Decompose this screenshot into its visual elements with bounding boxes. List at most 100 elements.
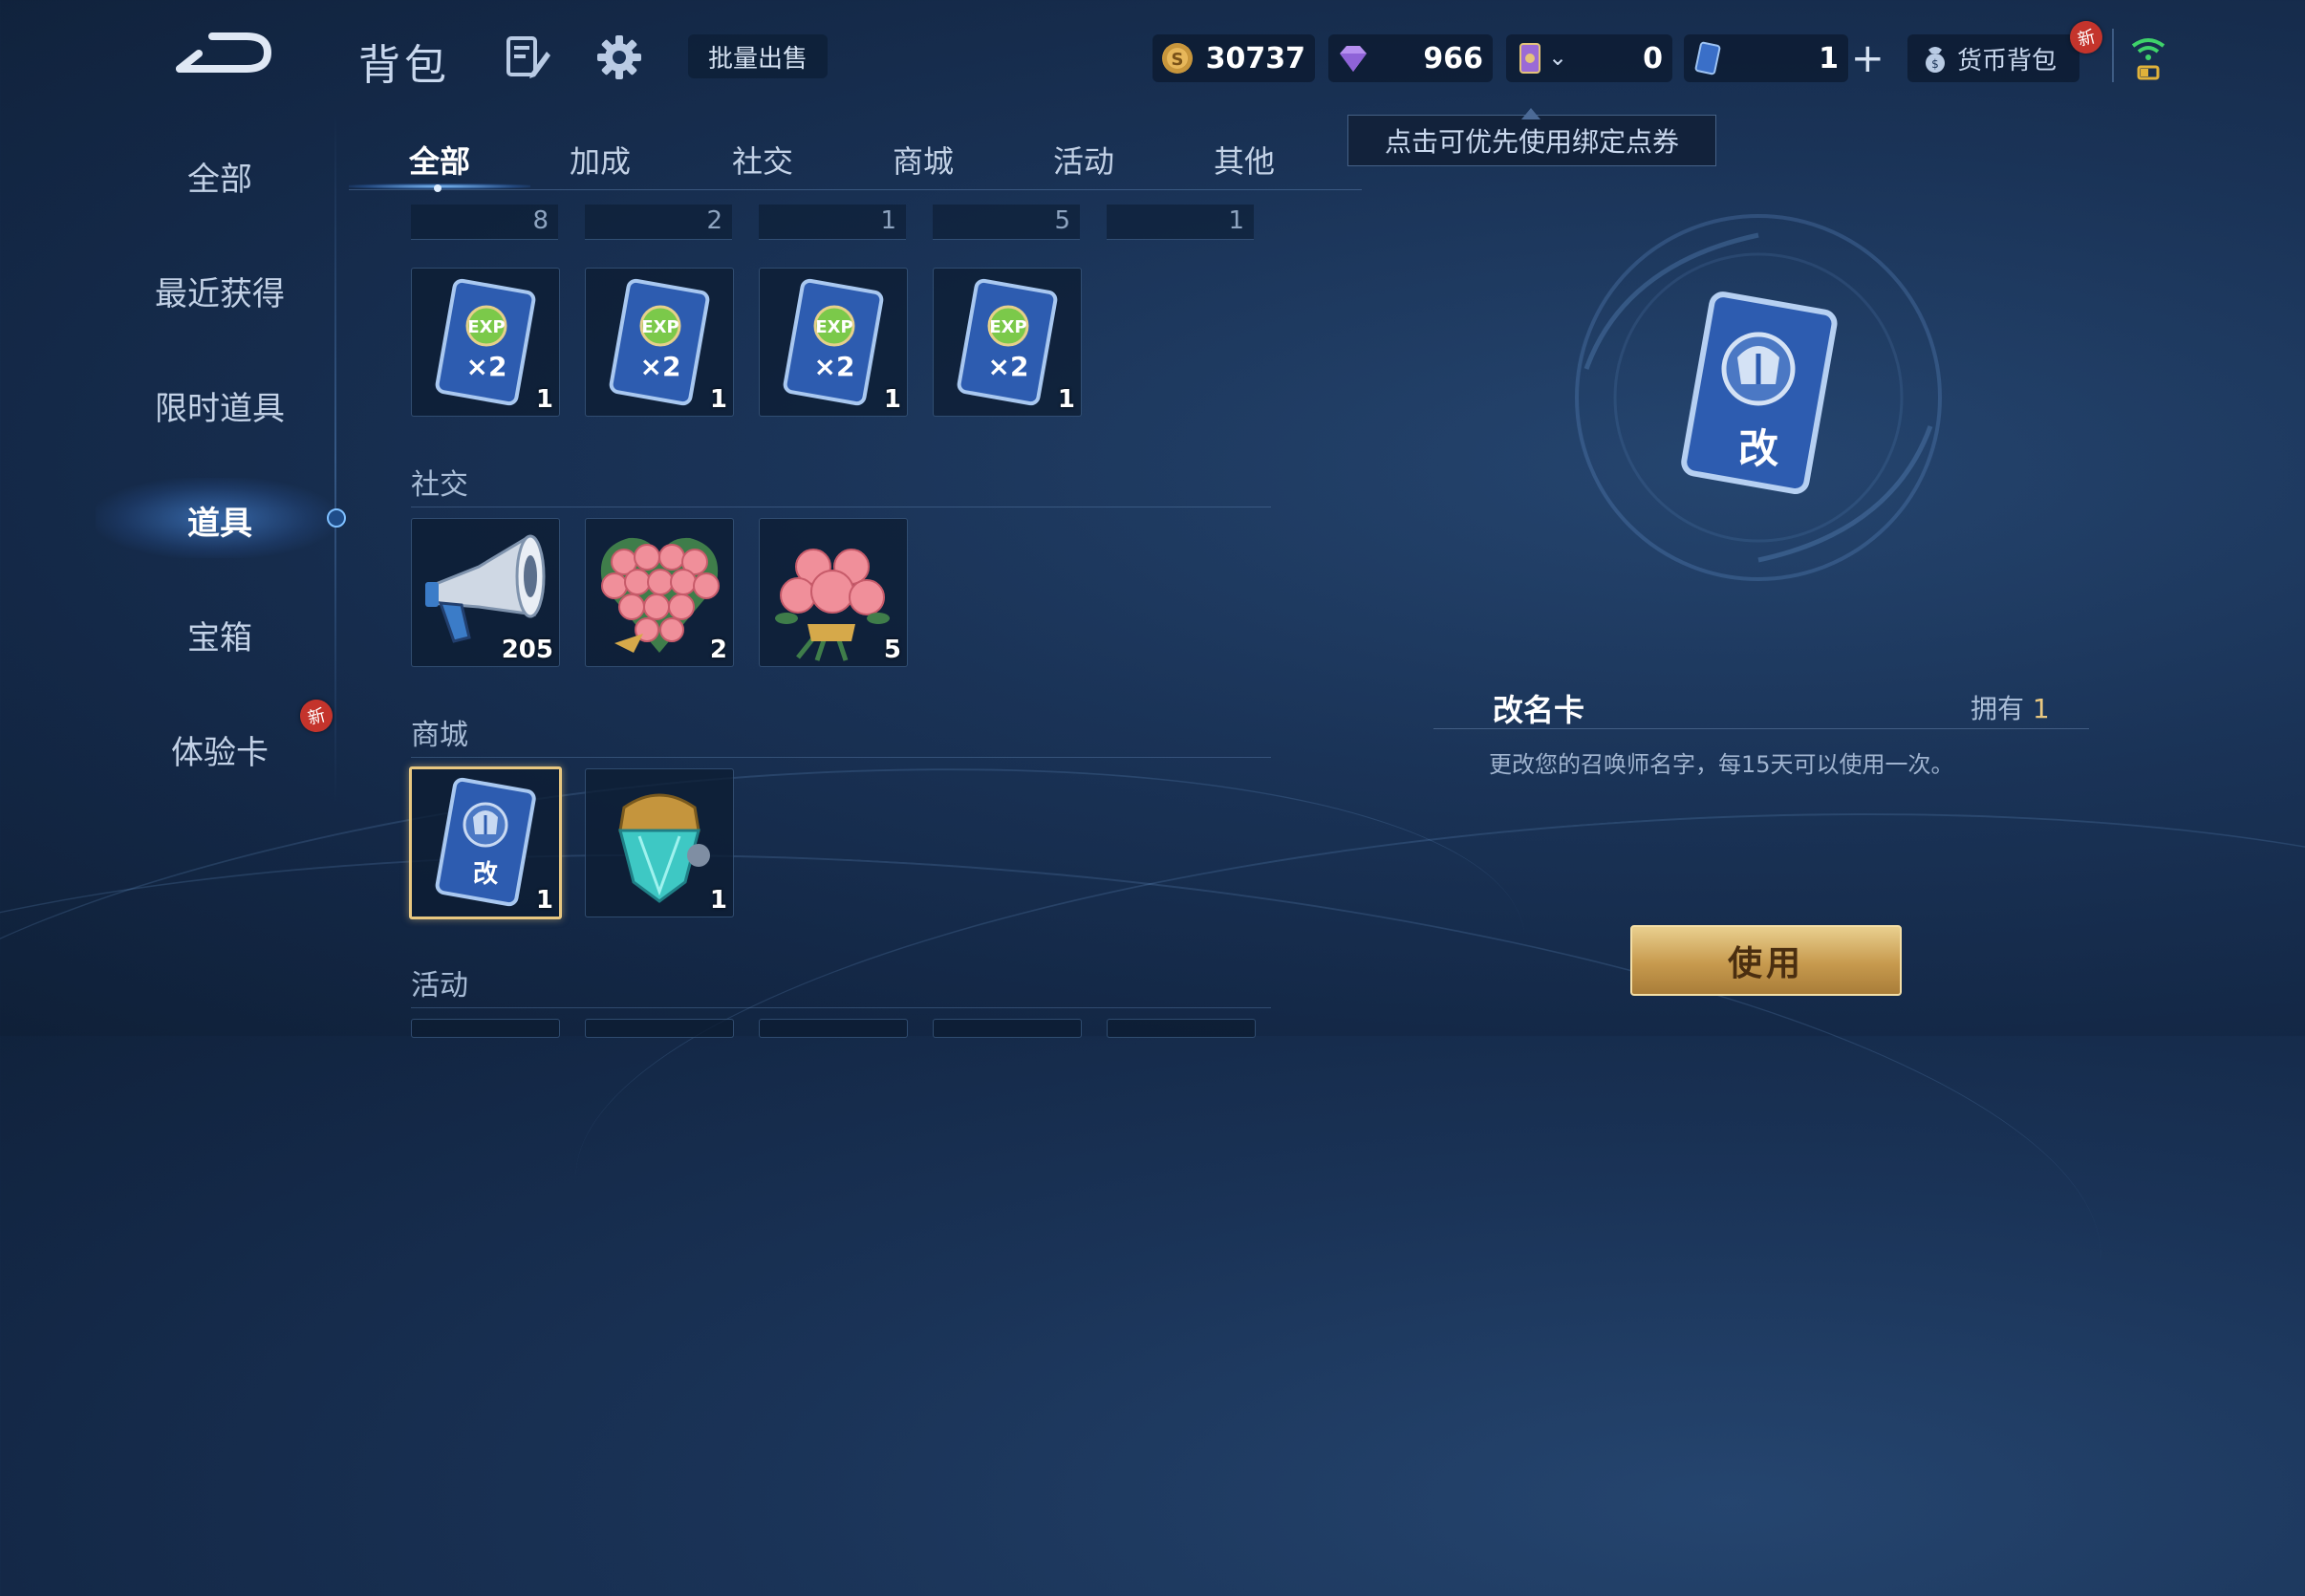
- item-count: 1: [535, 886, 553, 915]
- item-count: 1: [1057, 385, 1075, 414]
- gear-icon: [597, 35, 641, 79]
- item-count: 1: [709, 886, 727, 915]
- item-count: 1: [883, 385, 901, 414]
- bound-voucher-value: 0: [1643, 41, 1663, 75]
- grid-item-exp-card[interactable]: EXP ×2 1: [411, 268, 560, 417]
- currency-bag-button[interactable]: $ 货币背包: [1907, 34, 2079, 82]
- tab-social[interactable]: 社交: [732, 138, 793, 182]
- item-count: 1: [709, 385, 727, 414]
- svg-text:EXP: EXP: [815, 317, 852, 337]
- grid-item-partial[interactable]: 2: [585, 205, 732, 240]
- owned-label: 拥有: [1971, 693, 2025, 724]
- batch-sell-button[interactable]: 批量出售: [688, 34, 828, 78]
- wifi-icon: [2131, 38, 2165, 80]
- item-count: 2: [709, 636, 727, 664]
- add-voucher-button[interactable]: +: [1851, 38, 1885, 78]
- grid-item-megaphone[interactable]: 205: [411, 518, 560, 667]
- edit-list-icon: [506, 36, 550, 78]
- grid-item-exp-card[interactable]: EXP ×2 1: [933, 268, 1082, 417]
- section-label-social: 社交: [411, 468, 468, 502]
- section-label-activity: 活动: [411, 969, 468, 1003]
- owned-count: 拥有 1: [1971, 688, 2050, 726]
- detail-item-emblem: 改: [1567, 206, 1950, 589]
- section-label-shop: 商城: [411, 719, 468, 752]
- owned-value: 1: [2032, 693, 2050, 724]
- tab-divider: [349, 189, 1362, 190]
- grid-item-partial[interactable]: 1: [759, 205, 906, 240]
- grid-item-rename-card[interactable]: 改 1: [409, 766, 562, 919]
- voucher-tooltip: 点击可优先使用绑定点券: [1347, 115, 1716, 166]
- svg-text:S: S: [1172, 50, 1184, 70]
- back-arrow-icon: [176, 32, 272, 73]
- currency-bag-label: 货币背包: [1957, 46, 2057, 75]
- tab-all[interactable]: 全部: [409, 138, 470, 182]
- sidebar-active-marker: [327, 508, 346, 528]
- svg-text:EXP: EXP: [467, 317, 505, 337]
- item-count: 205: [501, 636, 553, 664]
- tab-boost[interactable]: 加成: [570, 138, 631, 182]
- svg-text:EXP: EXP: [989, 317, 1026, 337]
- tooltip-arrow: [1521, 105, 1540, 119]
- item-count: 1: [535, 385, 553, 414]
- voucher-balance: 1 +: [1684, 34, 1885, 82]
- gold-coin-balance: S 30737: [1152, 34, 1315, 82]
- svg-text:×2: ×2: [988, 351, 1029, 382]
- svg-text:改: 改: [1738, 425, 1778, 472]
- chevron-down-icon[interactable]: ⌄: [1548, 44, 1567, 71]
- use-button[interactable]: 使用: [1630, 925, 1902, 996]
- grid-item-rose-heart[interactable]: 2: [585, 518, 734, 667]
- edit-list-button[interactable]: [503, 32, 552, 82]
- grid-item-partial[interactable]: 5: [933, 205, 1080, 240]
- diamond-balance: 966: [1328, 34, 1493, 82]
- grid-item-partial[interactable]: [1107, 1019, 1256, 1038]
- grid-item-partial[interactable]: [411, 1019, 560, 1038]
- tab-shop[interactable]: 商城: [893, 138, 954, 182]
- bound-voucher-icon: [1519, 43, 1540, 74]
- tab-activity[interactable]: 活动: [1053, 138, 1114, 182]
- divider: [2112, 29, 2114, 82]
- diamond-icon: [1340, 46, 1367, 72]
- sidebar-item-props[interactable]: 道具: [124, 497, 315, 544]
- grid-item-partial[interactable]: [585, 1019, 734, 1038]
- svg-text:EXP: EXP: [641, 317, 679, 337]
- rename-card-icon: 改: [1575, 214, 1942, 581]
- voucher-icon: [1694, 41, 1721, 75]
- grid-item-partial[interactable]: 1: [1107, 205, 1254, 240]
- svg-text:$: $: [1931, 57, 1939, 71]
- gold-coin-value: 30737: [1205, 41, 1305, 75]
- grid-item-partial[interactable]: 8: [411, 205, 558, 240]
- svg-text:×2: ×2: [640, 351, 681, 382]
- sidebar-divider: [334, 115, 336, 803]
- svg-text:×2: ×2: [466, 351, 507, 382]
- page-title: 背包: [358, 41, 450, 90]
- item-count: 5: [883, 636, 901, 664]
- svg-text:×2: ×2: [814, 351, 855, 382]
- grid-item-exp-card[interactable]: EXP ×2 1: [585, 268, 734, 417]
- sidebar-item-trial-card[interactable]: 体验卡: [124, 726, 315, 773]
- grid-item-rose-bouquet[interactable]: 5: [759, 518, 908, 667]
- grid-item-crystal-gem[interactable]: 1: [585, 768, 734, 917]
- gold-coin-icon: S: [1162, 43, 1193, 74]
- grid-item-partial[interactable]: [933, 1019, 1082, 1038]
- grid-item-exp-card[interactable]: EXP ×2 1: [759, 268, 908, 417]
- section-divider: [411, 757, 1271, 758]
- section-divider: [411, 1007, 1271, 1008]
- money-bag-icon: $: [1926, 47, 1945, 73]
- detail-divider: [1433, 728, 2089, 729]
- sidebar-item-limited[interactable]: 限时道具: [124, 382, 315, 429]
- wifi-status: [2129, 34, 2167, 88]
- item-name: 改名卡: [1493, 692, 1585, 728]
- sidebar-item-chest[interactable]: 宝箱: [124, 612, 315, 658]
- sidebar-item-all[interactable]: 全部: [124, 153, 315, 200]
- tab-indicator-dot: [434, 184, 442, 192]
- diamond-value: 966: [1423, 41, 1483, 75]
- item-description: 更改您的召唤师名字，每15天可以使用一次。: [1489, 751, 1954, 778]
- settings-button[interactable]: [594, 32, 644, 82]
- bound-voucher-balance[interactable]: ⌄ 0: [1506, 34, 1672, 82]
- voucher-value: 1: [1819, 41, 1839, 75]
- grid-item-partial[interactable]: [759, 1019, 908, 1038]
- tab-other[interactable]: 其他: [1214, 138, 1275, 182]
- svg-text:改: 改: [473, 859, 498, 889]
- back-button[interactable]: [172, 27, 277, 80]
- sidebar-item-recent[interactable]: 最近获得: [124, 268, 315, 314]
